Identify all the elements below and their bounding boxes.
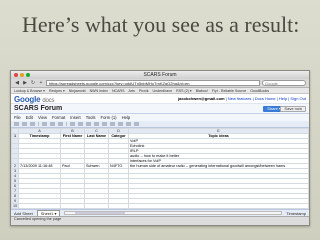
document-title[interactable]: SCARS Forum	[14, 105, 62, 112]
table-cell[interactable]	[18, 203, 61, 209]
table-cell[interactable]: the human side of amateur radio -- gener…	[128, 163, 309, 169]
status-text: Cancelled opening the page	[14, 217, 62, 221]
window-title: SCARS Forum	[143, 72, 177, 78]
percent-format-icon[interactable]	[50, 122, 55, 126]
sign-out-link[interactable]: Sign Out	[290, 96, 306, 101]
borders-icon[interactable]	[102, 122, 107, 126]
toolbar-divider	[66, 122, 67, 126]
header-cell[interactable]: First Name	[60, 133, 85, 139]
bookmark-item[interactable]: Arts	[129, 88, 135, 93]
close-window-icon[interactable]	[14, 73, 18, 77]
reload-icon[interactable]: ↻	[30, 79, 36, 87]
slide-title: Here’s what you see as a result:	[22, 12, 300, 37]
docs-home-link[interactable]: Docs Home	[255, 96, 276, 101]
help-link[interactable]: Help	[279, 96, 287, 101]
browser-toolbar: ◀ ▶ ↻ + https://spreadsheets.google.com/…	[11, 79, 309, 88]
table-cell[interactable]	[84, 203, 109, 209]
add-sheet-button[interactable]: Add Sheet	[14, 211, 33, 216]
header-cell[interactable]: Categor	[108, 133, 129, 139]
browser-status-bar: Cancelled opening the page	[11, 216, 309, 225]
table-cell[interactable]	[128, 203, 309, 209]
bookmark-item[interactable]: NWN Index	[90, 88, 108, 93]
forward-icon[interactable]: ▶	[22, 79, 28, 87]
save-now-button[interactable]: Save now	[280, 106, 306, 112]
url-bar[interactable]: https://spreadsheets.google.com/ccc?key=…	[46, 80, 260, 86]
sheet-bar: Add Sheet Sheet1 ▾ Timestamp	[11, 209, 309, 217]
table-cell[interactable]	[60, 203, 85, 209]
bookmark-item[interactable]: Recipes ▾	[49, 88, 65, 93]
currency-format-icon[interactable]	[42, 122, 47, 126]
align-icon[interactable]	[110, 122, 115, 126]
back-icon[interactable]: ◀	[14, 79, 20, 87]
menu-item[interactable]: Edit	[26, 114, 33, 121]
window-controls[interactable]	[14, 73, 30, 77]
bookmark-item[interactable]: Underdhave	[153, 88, 173, 93]
window-titlebar: SCARS Forum	[11, 71, 309, 79]
table-cell[interactable]	[108, 203, 129, 209]
menu-bar: File Edit View Format Insert Tools Form (1) Hel…	[11, 114, 309, 121]
undo-icon[interactable]	[22, 122, 27, 126]
toolbar-divider	[38, 122, 39, 126]
bookmark-item[interactable]: Flyt - Reliable Source	[212, 88, 246, 93]
number-format-icon[interactable]	[58, 122, 63, 126]
text-color-icon[interactable]	[86, 122, 91, 126]
user-email: jacobchwen@gmail.com	[178, 96, 225, 101]
spreadsheet-grid: A B C D E 1 Timestamp First Name Last Name C…	[11, 128, 309, 209]
table-row: 10	[11, 203, 309, 209]
zoom-window-icon[interactable]	[26, 73, 30, 77]
bookmark-item[interactable]: GoodBooks	[250, 88, 269, 93]
fill-color-icon[interactable]	[94, 122, 99, 126]
bookmark-item[interactable]: Picnik	[139, 88, 149, 93]
header-cell[interactable]: Last Name	[84, 133, 109, 139]
minimize-window-icon[interactable]	[20, 73, 24, 77]
bookmark-item[interactable]: Lookup & Browse ▾	[14, 88, 45, 93]
print-icon[interactable]	[14, 122, 19, 126]
sort-icon[interactable]	[134, 122, 139, 126]
search-input[interactable]: Google	[262, 80, 306, 86]
italic-icon[interactable]	[78, 122, 83, 126]
bookmark-item[interactable]: Blaboo!	[196, 88, 208, 93]
format-toolbar	[11, 121, 309, 128]
bookmark-item[interactable]: NCARS	[112, 88, 125, 93]
browser-screenshot: SCARS Forum ◀ ▶ ↻ + https://spreadsheets…	[10, 70, 310, 226]
document-title-row: SCARS Forum Share ▾ Save now	[11, 104, 309, 114]
menu-item[interactable]: Format	[52, 114, 65, 121]
bookmark-item[interactable]: Ninjaworld	[69, 88, 86, 93]
row-number[interactable]: 10	[11, 203, 19, 209]
redo-icon[interactable]	[30, 122, 35, 126]
menu-item[interactable]: Form (1)	[101, 114, 117, 121]
scrollbar-thumb[interactable]	[75, 212, 126, 214]
horizontal-scrollbar[interactable]	[64, 211, 283, 215]
menu-item[interactable]: View	[38, 114, 47, 121]
column-label: Timestamp	[286, 210, 306, 216]
wrap-icon[interactable]	[126, 122, 131, 126]
menu-item[interactable]: File	[14, 114, 21, 121]
new-features-link[interactable]: New features	[228, 96, 252, 101]
user-links: jacobchwen@gmail.com | New features | Do…	[178, 96, 306, 101]
docs-header: Google docs jacobchwen@gmail.com | New f…	[11, 94, 309, 104]
bookmark-item[interactable]: RSS (2) ▾	[176, 88, 192, 93]
add-icon[interactable]: +	[38, 79, 44, 87]
merge-icon[interactable]	[118, 122, 123, 126]
bold-icon[interactable]	[70, 122, 75, 126]
menu-item[interactable]: Tools	[86, 114, 96, 121]
menu-item[interactable]: Help	[122, 114, 131, 121]
menu-item[interactable]: Insert	[70, 114, 80, 121]
google-docs-logo[interactable]: Google docs	[14, 95, 54, 104]
